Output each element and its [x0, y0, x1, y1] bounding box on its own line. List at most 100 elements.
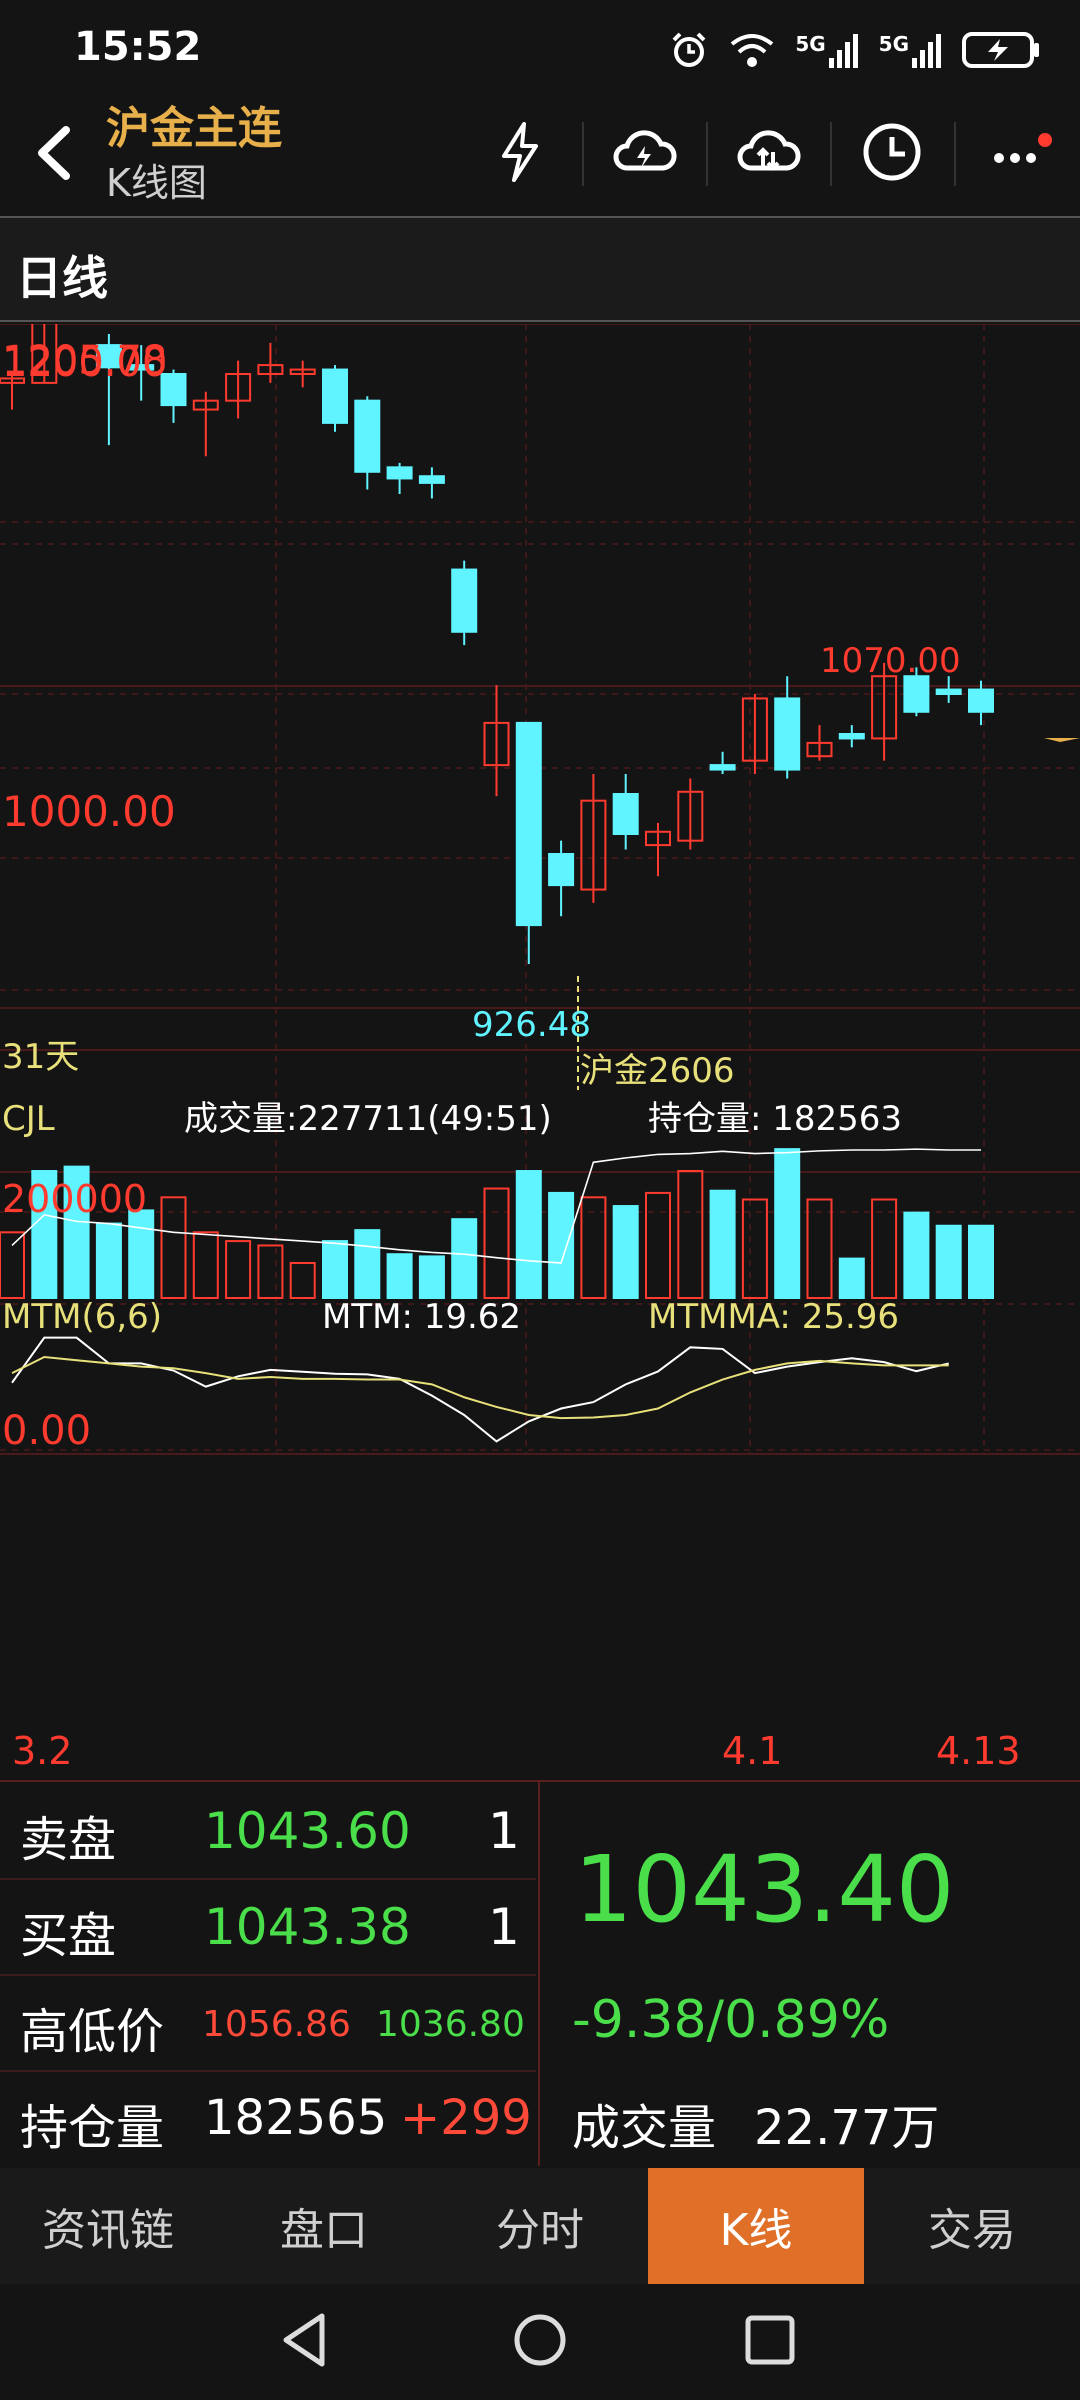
network-type-1: 5G [795, 32, 826, 56]
volume-bar [515, 1170, 542, 1300]
kline-chart[interactable]: 1205.78 1200.00 1000.00 1070.00 926.48 3… [0, 324, 1080, 1780]
volume-bar [386, 1253, 413, 1299]
header-separator [830, 122, 832, 186]
volume-bar [483, 1187, 510, 1299]
header-separator [706, 122, 708, 186]
bid-qty: 1 [488, 1898, 520, 1956]
candle-body [386, 466, 413, 480]
high-price: 1056.86 [202, 2004, 351, 2045]
candle-body [709, 764, 736, 771]
last-price: 1043.40 [574, 1836, 955, 1943]
candle-body [968, 688, 994, 713]
volume-bar [354, 1229, 381, 1299]
volume-bar [418, 1255, 445, 1299]
history-button[interactable] [852, 112, 932, 192]
candle-body [515, 721, 542, 927]
volume-bar [709, 1189, 736, 1300]
candle-body [322, 368, 348, 424]
ask-row: 卖盘 1043.60 1 [0, 1782, 536, 1880]
more-dots-icon [994, 133, 1052, 163]
volume-bar [741, 1198, 768, 1300]
clock-icon [863, 123, 921, 181]
high-price-marker: 1070.00 [820, 641, 961, 681]
candle-body [903, 675, 930, 713]
more-button[interactable] [980, 112, 1060, 192]
nav-back-icon[interactable] [276, 2310, 332, 2370]
date-label-mid: 4.1 [722, 1729, 782, 1773]
open-interest-change: +299 [400, 2090, 532, 2146]
cloud-flash-button[interactable] [604, 112, 684, 192]
tab-orderbook[interactable]: 盘口 [216, 2168, 432, 2284]
volume-bar [192, 1231, 219, 1300]
bid-row: 买盘 1043.38 1 [0, 1878, 536, 1976]
volume-value: 22.77万 [754, 2100, 940, 2156]
open-interest-value: 182565 [204, 2090, 388, 2146]
network-type-2: 5G [878, 32, 909, 56]
mtm-line [11, 1336, 949, 1443]
candle-body [354, 399, 381, 473]
lightning-button[interactable] [480, 112, 560, 192]
contract-label: 沪金2606 [580, 1051, 735, 1091]
date-label-start: 3.2 [12, 1729, 72, 1773]
volume-bar [289, 1261, 316, 1299]
ma-period-label: 31天 [2, 1037, 79, 1077]
bid-price: 1043.38 [204, 1898, 411, 1956]
tab-kline[interactable]: K线 [648, 2168, 864, 2284]
ask-price: 1043.60 [204, 1802, 411, 1860]
cloud-sync-button[interactable] [728, 112, 808, 192]
header-separator [582, 122, 584, 186]
price-pointer-icon [1044, 738, 1080, 742]
tab-intraday[interactable]: 分时 [432, 2168, 648, 2284]
volume-bar [838, 1257, 865, 1300]
alarm-icon [672, 32, 706, 67]
volume-axis-label: 200000 [2, 1177, 147, 1221]
volume-bar [225, 1240, 252, 1299]
volume-bar [322, 1240, 348, 1299]
page-subtitle: K线图 [106, 161, 207, 205]
tab-news[interactable]: 资讯链 [0, 2168, 216, 2284]
candle-body [774, 697, 801, 771]
volume-bar [806, 1198, 833, 1300]
price-change: -9.38/0.89% [572, 1990, 890, 2050]
bid-label: 买盘 [20, 1908, 117, 1964]
mtmma-value: MTMMA: 25.96 [648, 1297, 899, 1337]
status-icons: 5G 5G [669, 28, 1040, 72]
open-interest-line [11, 1148, 981, 1264]
volume-info: 成交量:227711(49:51) [184, 1099, 552, 1139]
low-price-marker: 926.48 [472, 1005, 591, 1045]
volume-bar [774, 1148, 801, 1299]
status-time: 15:52 [74, 24, 202, 70]
signal-1: 5G [795, 32, 858, 68]
volume-title: CJL [2, 1099, 55, 1139]
tab-trade[interactable]: 交易 [864, 2168, 1080, 2284]
candle-body [418, 475, 445, 484]
period-bar[interactable] [0, 216, 1080, 322]
volume-label: 成交量 [572, 2100, 717, 2156]
candle-body [451, 568, 478, 633]
high-low-label: 高低价 [20, 2004, 165, 2060]
candle-body [935, 688, 962, 695]
nav-recents-icon[interactable] [744, 2314, 796, 2366]
signal-bars-icon [828, 34, 858, 68]
cloud-sync-icon [737, 130, 801, 171]
open-interest-info: 持仓量: 182563 [648, 1099, 902, 1139]
candle-body [612, 793, 639, 835]
mtm-title: MTM(6,6) [2, 1297, 162, 1337]
mtm-value: MTM: 19.62 [322, 1297, 521, 1337]
volume-bar [903, 1211, 930, 1300]
volume-bar [645, 1191, 671, 1300]
battery-charging-icon [962, 32, 1039, 68]
volume-bar [257, 1244, 284, 1300]
nav-home-icon[interactable] [512, 2312, 568, 2368]
candle-body [838, 733, 865, 740]
low-price: 1036.80 [376, 2004, 525, 2045]
signal-bars-icon [912, 34, 941, 68]
volume-bar [871, 1198, 898, 1300]
ask-qty: 1 [488, 1802, 520, 1860]
volume-bar [548, 1191, 575, 1300]
ask-label: 卖盘 [20, 1812, 117, 1868]
back-arrow-icon[interactable] [20, 118, 90, 188]
date-label-end: 4.13 [936, 1729, 1021, 1773]
page-title: 沪金主连 [106, 103, 282, 154]
header-separator [954, 122, 956, 186]
